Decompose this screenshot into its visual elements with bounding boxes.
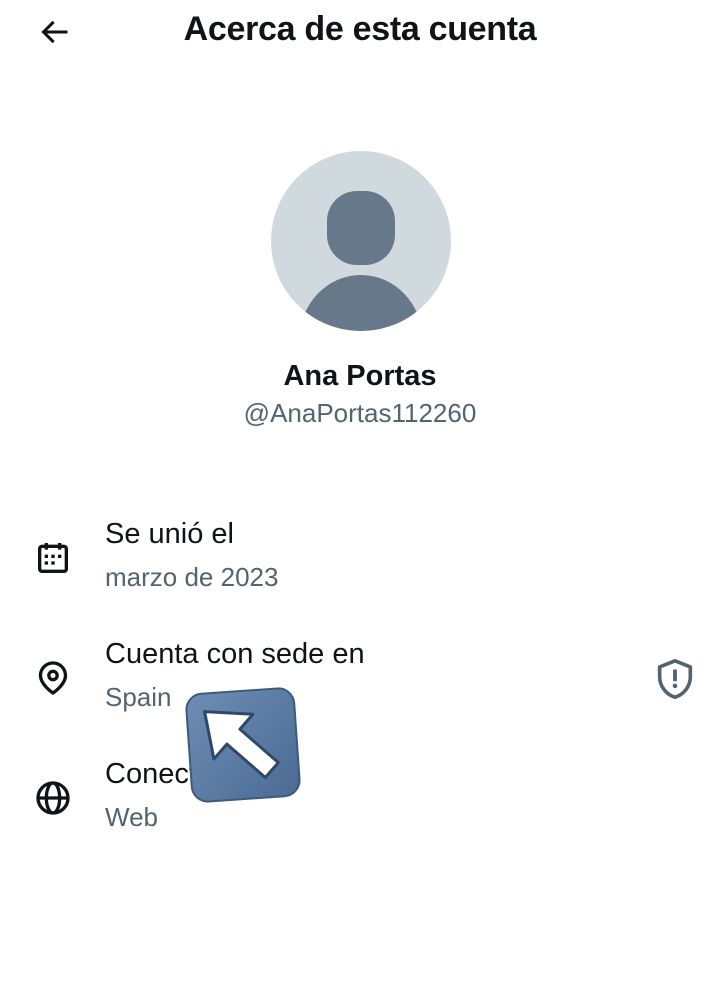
profile-handle: @AnaPortas112260	[243, 398, 477, 428]
location-row: Cuenta con sede en Spain	[0, 638, 720, 734]
account-location-info-button[interactable]	[652, 656, 698, 702]
location-pin-icon	[38, 661, 68, 696]
avatar[interactable]	[271, 151, 451, 331]
cursor-overlay	[185, 687, 301, 803]
location-label: Cuenta con sede en	[105, 638, 365, 670]
connected-value: Web	[105, 802, 158, 832]
joined-row: Se unió el marzo de 2023	[0, 518, 720, 614]
profile-name: Ana Portas	[283, 360, 437, 392]
default-avatar-icon	[299, 191, 423, 331]
cursor-arrow-icon	[185, 687, 301, 803]
page-title: Acerca de esta cuenta	[183, 10, 537, 48]
calendar-icon	[38, 543, 68, 573]
connected-row: Conectado a Web	[0, 758, 720, 854]
joined-value: marzo de 2023	[105, 562, 279, 592]
joined-label: Se unió el	[105, 518, 234, 550]
globe-icon	[36, 781, 70, 815]
account-about-screen: Acerca de esta cuenta Ana Portas @AnaPor…	[0, 0, 720, 1008]
shield-alert-icon	[657, 658, 693, 700]
location-value: Spain	[105, 682, 172, 712]
